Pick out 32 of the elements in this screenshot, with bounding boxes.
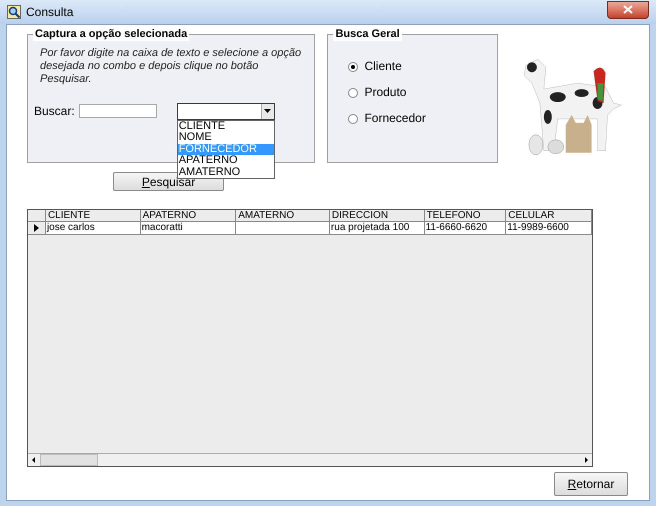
- group-title: Busca Geral: [333, 27, 402, 41]
- scroll-thumb[interactable]: [40, 454, 98, 466]
- dropdown-option[interactable]: CLIENTE: [178, 120, 274, 132]
- column-header[interactable]: CELULAR: [506, 210, 592, 222]
- radio-option[interactable]: Cliente: [348, 59, 497, 74]
- row-header[interactable]: [28, 222, 46, 235]
- close-icon: [623, 5, 633, 14]
- dropdown-option[interactable]: APATERNO: [178, 155, 274, 166]
- current-row-icon: [34, 224, 39, 232]
- horizontal-scrollbar[interactable]: [28, 453, 592, 466]
- instructions-text: Por favor digite na caixa de texto e selecione a opção desejada no combo e depois clique no botão Pesquisar.: [39, 47, 302, 86]
- table-cell: 11-6660-6620: [424, 222, 506, 235]
- dropdown-arrow-icon: [264, 109, 272, 113]
- column-header[interactable]: DIRECCION: [330, 210, 425, 222]
- search-field[interactable]: [78, 104, 157, 118]
- column-header[interactable]: APATERNO: [140, 210, 236, 222]
- group-title: Captura a opção selecionada: [33, 27, 190, 41]
- table-cell: jose carlos: [46, 222, 141, 235]
- table-cell: rua projetada 100: [330, 222, 425, 235]
- dropdown-option[interactable]: NOME: [178, 132, 274, 144]
- return-button[interactable]: Retornar: [554, 472, 628, 496]
- table-cell: 11-9989-6600: [506, 222, 592, 235]
- search-label: Buscar:: [34, 103, 75, 120]
- column-header[interactable]: CLIENTE: [46, 210, 141, 222]
- magnifier-icon: [7, 5, 21, 19]
- window-title: Consulta: [26, 4, 74, 21]
- table-cell: macoratti: [140, 222, 236, 235]
- column-header[interactable]: AMATERNO: [236, 210, 330, 222]
- radio-option[interactable]: Fornecedor: [348, 111, 497, 126]
- close-button[interactable]: [607, 0, 649, 18]
- column-header[interactable]: TELEFONO: [424, 210, 506, 222]
- radio-option[interactable]: Produto: [348, 85, 497, 100]
